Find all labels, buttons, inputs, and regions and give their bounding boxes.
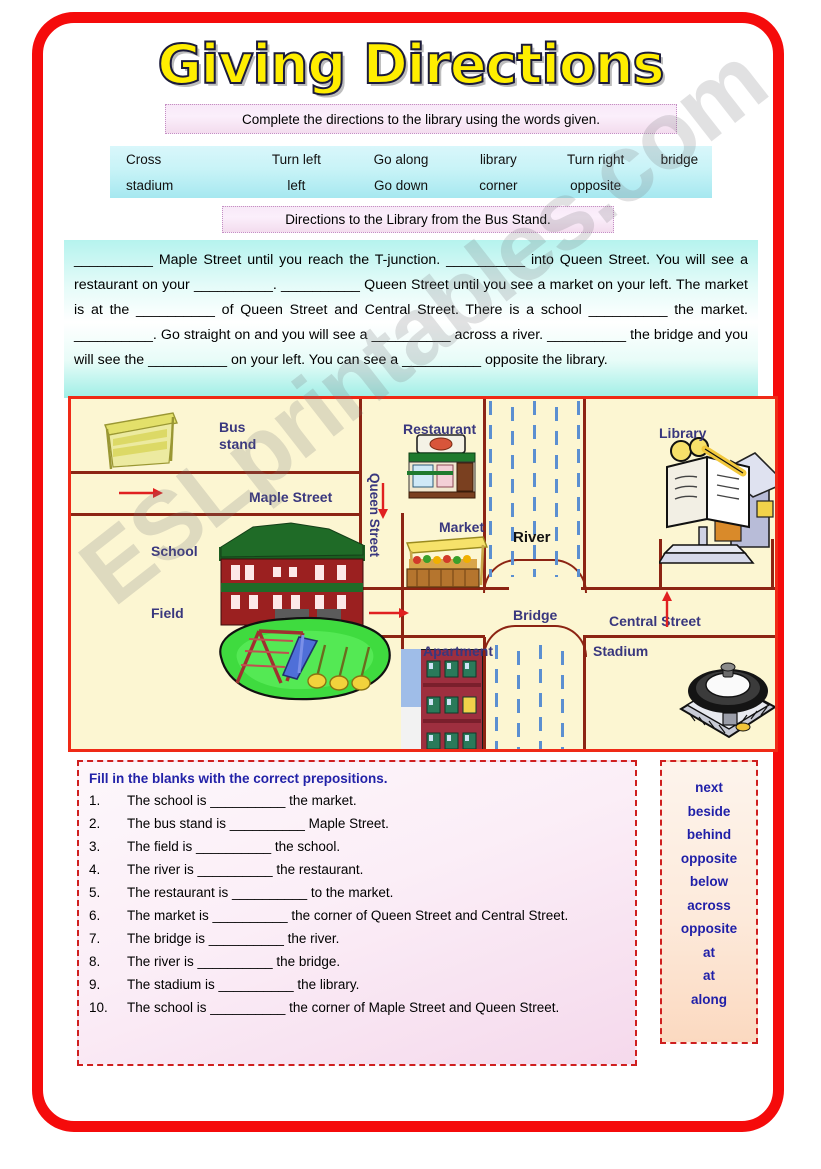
word-bank-word: bridge bbox=[660, 151, 699, 167]
instruction-text: Complete the directions to the library u… bbox=[242, 111, 600, 127]
arrow-east-maple bbox=[119, 488, 163, 498]
apartment-icon bbox=[401, 649, 483, 749]
preposition-word: opposite bbox=[680, 850, 738, 866]
exercise-item-number: 10. bbox=[89, 1000, 108, 1015]
exercise-item-text: The bridge is __________ the river. bbox=[127, 931, 340, 946]
road-segment bbox=[581, 587, 775, 590]
exercise-item-text: The restaurant is __________ to the mark… bbox=[127, 885, 394, 900]
exercise-item: 5. The restaurant is __________ to the ma… bbox=[89, 881, 623, 904]
river-upper bbox=[489, 401, 581, 579]
preposition-word: at bbox=[702, 944, 715, 960]
market-icon bbox=[405, 536, 489, 588]
word-bank-word: Cross bbox=[126, 151, 162, 167]
exercise-item-number: 9. bbox=[89, 977, 101, 992]
exercise-item-number: 6. bbox=[89, 908, 101, 923]
preposition-word-list: next beside behind opposite below across oppos… bbox=[660, 760, 758, 1044]
exercise-item-text: The school is __________ the market. bbox=[127, 793, 357, 808]
page-title: Giving Directions bbox=[156, 32, 665, 97]
word-bank-word: opposite bbox=[570, 177, 622, 193]
exercise-item-text: The field is __________ the school. bbox=[127, 839, 341, 854]
map-label-school: School bbox=[151, 543, 198, 559]
exercise-item-text: The river is __________ the restaurant. bbox=[127, 862, 364, 877]
map-label-library: Library bbox=[659, 425, 707, 441]
arrow-east-lower bbox=[369, 608, 409, 618]
preposition-word: along bbox=[691, 991, 727, 1007]
word-bank-word: Go down bbox=[373, 177, 429, 193]
map-label-field: Field bbox=[151, 605, 184, 621]
exercise-item-text: The market is __________ the corner of Q… bbox=[127, 908, 569, 923]
instruction-box: Complete the directions to the library u… bbox=[165, 104, 677, 134]
exercise-item-number: 7. bbox=[89, 931, 101, 946]
map-label-stadium: Stadium bbox=[593, 643, 649, 659]
preposition-word: across bbox=[687, 897, 731, 913]
exercise-heading: Fill in the blanks with the correct prep… bbox=[89, 771, 388, 786]
road-segment bbox=[71, 471, 361, 474]
word-bank-word: stadium bbox=[126, 177, 174, 193]
field-icon bbox=[219, 616, 391, 701]
exercise-item: 4. The river is __________ the restaurant… bbox=[89, 858, 623, 881]
directions-title-box: Directions to the Library from the Bus S… bbox=[222, 206, 614, 233]
exercise-item: 6. The market is __________ the corner of… bbox=[89, 904, 623, 927]
exercise-item-number: 2. bbox=[89, 816, 101, 831]
library-icon bbox=[659, 437, 775, 564]
exercise-list: 1. The school is __________ the market. 2.… bbox=[89, 789, 623, 1019]
preposition-word: beside bbox=[687, 803, 731, 819]
exercise-item: 2. The bus stand is __________ Maple Stre… bbox=[89, 812, 623, 835]
preposition-exercise-box: Fill in the blanks with the correct prep… bbox=[77, 760, 637, 1066]
exercise-item: 8. The river is __________ the bridge. bbox=[89, 950, 623, 973]
exercise-item-text: The river is __________ the bridge. bbox=[127, 954, 341, 969]
word-bank-row-2: stadium left Go down corner opposite bbox=[110, 172, 712, 198]
exercise-item-number: 3. bbox=[89, 839, 101, 854]
exercise-item: 7. The bridge is __________ the river. bbox=[89, 927, 623, 950]
map-label-apartment: Apartment bbox=[423, 643, 494, 659]
river-lower bbox=[495, 645, 577, 749]
word-bank-word: library bbox=[479, 151, 517, 167]
preposition-word: at bbox=[702, 968, 715, 983]
exercise-item: 3. The field is __________ the school. bbox=[89, 835, 623, 858]
exercise-item: 10. The school is __________ the corner o… bbox=[89, 996, 623, 1019]
directions-paragraph-box: __________ Maple Street until you reach … bbox=[64, 240, 758, 398]
exercise-item-text: The school is __________ the corner of M… bbox=[127, 1000, 560, 1015]
bus-stand-icon bbox=[104, 412, 178, 470]
preposition-word: opposite bbox=[680, 921, 738, 936]
preposition-word: next bbox=[695, 780, 723, 795]
exercise-item-number: 1. bbox=[89, 793, 101, 808]
word-bank-word: corner bbox=[479, 177, 518, 193]
exercise-item-text: The bus stand is __________ Maple Street… bbox=[127, 816, 389, 831]
map-label-central-street: Central Street bbox=[609, 613, 701, 629]
exercise-item-number: 8. bbox=[89, 954, 101, 969]
exercise-item: 9. The stadium is __________ the library. bbox=[89, 973, 623, 996]
restaurant-icon bbox=[407, 434, 476, 499]
road-segment bbox=[583, 635, 775, 638]
map-label-river: River bbox=[513, 529, 551, 546]
directions-paragraph-text: __________ Maple Street until you reach … bbox=[74, 252, 748, 368]
arrow-south-queen bbox=[378, 483, 388, 519]
road-segment bbox=[71, 513, 361, 516]
preposition-word: below bbox=[689, 874, 729, 889]
exercise-item-number: 5. bbox=[89, 885, 101, 900]
map-label-market: Market bbox=[439, 519, 485, 535]
arrow-north-central bbox=[662, 591, 672, 627]
map-label-bus-stand: Bus stand bbox=[219, 419, 257, 452]
word-bank-word: Turn left bbox=[271, 151, 321, 167]
word-bank-word: Go along bbox=[373, 151, 429, 167]
exercise-item-text: The stadium is __________ the library. bbox=[127, 977, 360, 992]
word-bank-word: left bbox=[287, 177, 306, 193]
preposition-word: behind bbox=[686, 827, 732, 842]
map-label-maple-street: Maple Street bbox=[249, 489, 333, 505]
stadium-icon bbox=[679, 662, 775, 739]
word-bank-word: Turn right bbox=[567, 151, 625, 167]
map-diagram: Bus stand Maple Street School Field Queen… bbox=[68, 396, 778, 752]
word-bank: Cross Turn left Go along library Turn ri… bbox=[110, 146, 712, 198]
directions-title-text: Directions to the Library from the Bus S… bbox=[285, 212, 551, 227]
exercise-item-number: 4. bbox=[89, 862, 101, 877]
map-label-restaurant: Restaurant bbox=[403, 421, 477, 437]
road-segment bbox=[583, 399, 586, 589]
exercise-item: 1. The school is __________ the market. bbox=[89, 789, 623, 812]
map-label-bridge: Bridge bbox=[513, 607, 558, 623]
word-bank-row-1: Cross Turn left Go along library Turn ri… bbox=[110, 146, 712, 172]
